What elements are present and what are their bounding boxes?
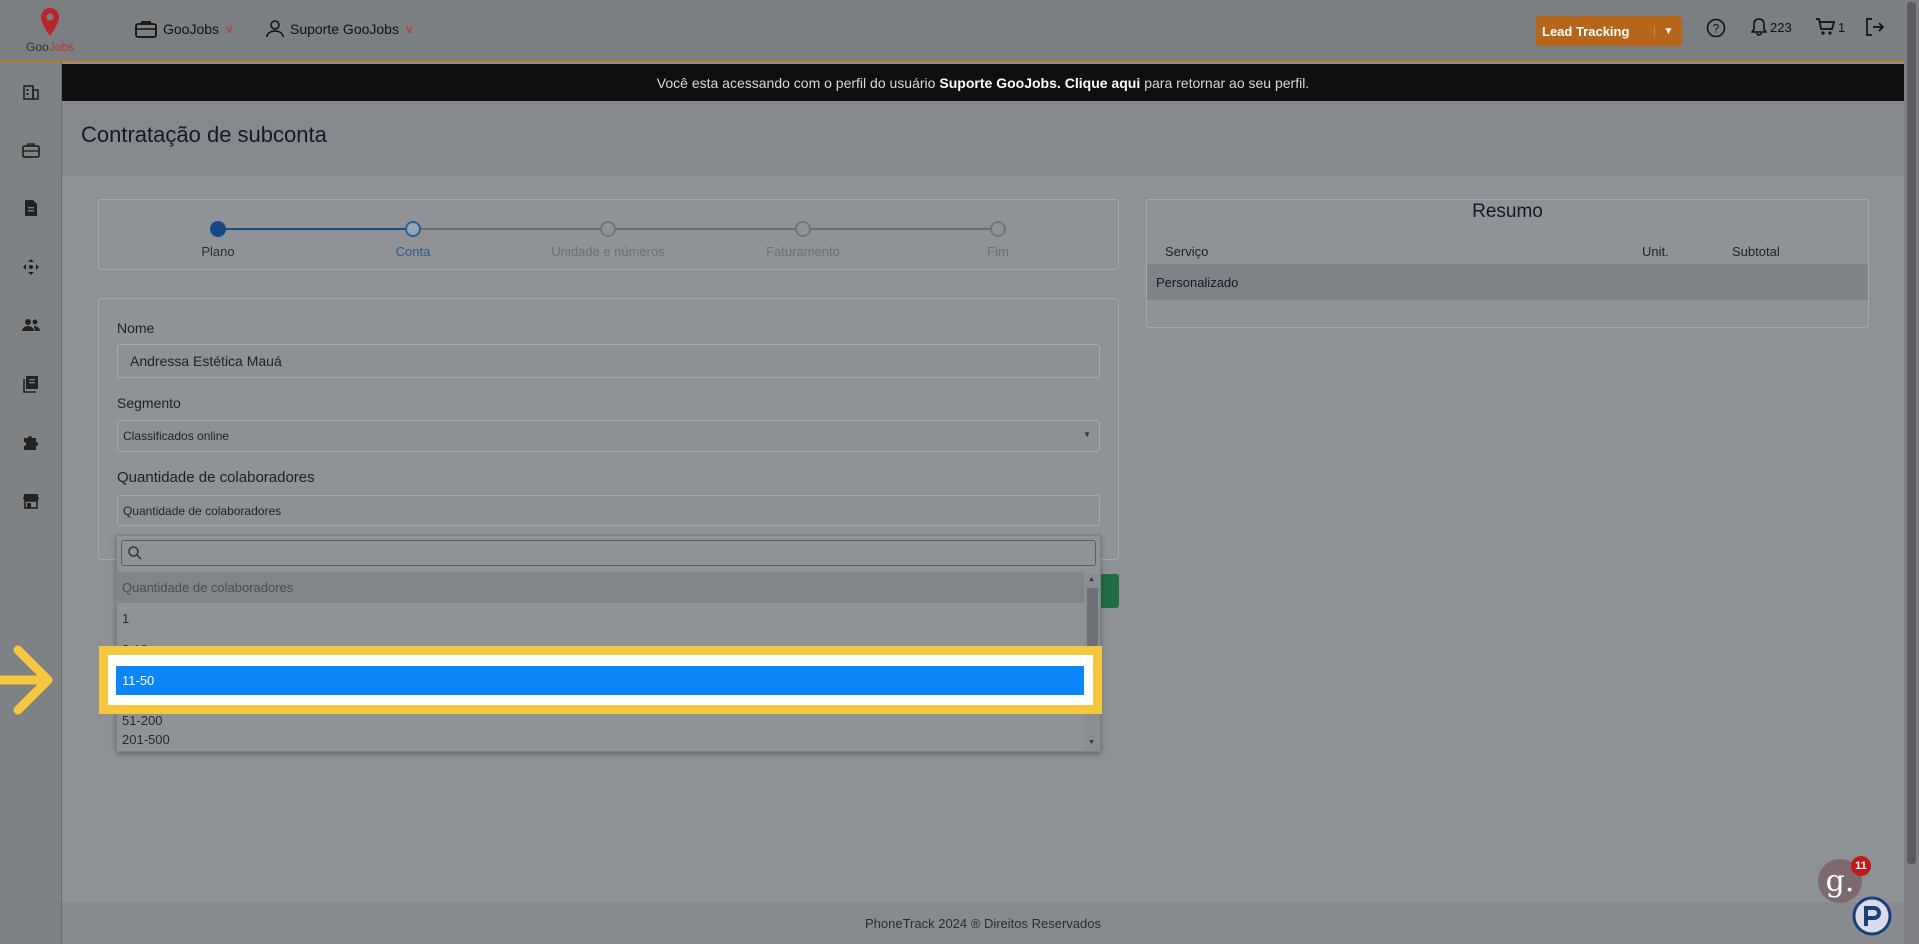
briefcase-icon	[135, 21, 157, 38]
dropdown-option[interactable]: 51-200	[116, 714, 1084, 728]
briefcase-icon[interactable]	[22, 141, 40, 159]
store-icon[interactable]	[22, 492, 40, 510]
step-dot-fim[interactable]	[990, 221, 1006, 237]
return-profile-link[interactable]: Clique aqui	[1065, 75, 1140, 91]
company-menu[interactable]: GooJobs ∨	[135, 20, 234, 38]
dropdown-option-placeholder[interactable]: Quantidade de colaboradores	[116, 572, 1084, 603]
stepper-remaining-line	[413, 228, 998, 230]
goojobs-logo[interactable]: GooJobs	[20, 6, 80, 56]
caret-down-icon: ▼	[1083, 430, 1091, 439]
step-label-unidade: Unidade e números	[551, 244, 665, 259]
chat-badge: 11	[1851, 856, 1871, 876]
stepper-progress-line	[218, 228, 413, 230]
location-pin-icon	[41, 8, 59, 36]
company-menu-label: GooJobs	[163, 21, 220, 37]
qty-placeholder: Quantidade de colaboradores	[123, 503, 282, 518]
building-icon[interactable]	[22, 83, 40, 101]
search-icon	[128, 546, 142, 560]
dropdown-search-input[interactable]	[121, 540, 1096, 566]
top-bar: GooJobs GooJobs ∨ Suporte GooJobs ∨ Lead…	[0, 0, 1904, 62]
footer: PhoneTrack 2024 ® Direitos Reservados	[62, 902, 1904, 944]
document-icon[interactable]	[22, 199, 40, 217]
footer-text: PhoneTrack 2024 ® Direitos Reservados	[865, 915, 1101, 931]
chevron-down-icon: ∨	[404, 22, 414, 36]
step-label-plano: Plano	[201, 244, 235, 259]
scroll-down-icon[interactable]: ▼	[1088, 739, 1095, 746]
step-dot-unidade[interactable]	[600, 221, 616, 237]
page-scrollbar[interactable]	[1904, 0, 1919, 944]
segment-label: Segmento	[117, 395, 181, 411]
arrow-right-icon	[0, 645, 53, 715]
summary-row-label: Personalizado	[1156, 275, 1239, 290]
puzzle-icon[interactable]	[22, 433, 40, 451]
notice-text: Você esta acessando com o perfil do usuá…	[656, 74, 936, 91]
dropdown-option-selected[interactable]: 11-50	[116, 666, 1084, 695]
notice-user: Suporte GooJobs.	[939, 74, 1061, 91]
summary-col-subtotal: Subtotal	[1732, 244, 1780, 259]
notifications-button[interactable]: 223	[1751, 18, 1792, 36]
user-menu[interactable]: Suporte GooJobs ∨	[266, 20, 414, 38]
page-scrollbar-thumb[interactable]	[1907, 2, 1916, 864]
move-arrows-icon[interactable]	[22, 258, 40, 276]
cart-button[interactable]: 1	[1815, 18, 1845, 36]
chat-widget-letter: g.	[1825, 863, 1855, 899]
summary-col-service: Serviço	[1165, 244, 1209, 259]
cart-icon	[1816, 18, 1835, 35]
scroll-up-icon[interactable]: ▲	[1088, 576, 1095, 583]
dropdown-option[interactable]: 2-10	[116, 634, 1084, 646]
dropdown-option[interactable]: 201-500	[116, 728, 1084, 751]
name-label: Nome	[117, 320, 155, 336]
summary-row	[1147, 264, 1868, 300]
qty-select[interactable]: Quantidade de colaboradores	[117, 495, 1100, 526]
qty-label: Quantidade de colaboradores	[117, 469, 315, 486]
name-input[interactable]: Andressa Estética Mauá	[117, 344, 1100, 378]
step-dot-plano[interactable]	[210, 221, 226, 237]
dropdown-option[interactable]: 1	[116, 603, 1084, 634]
step-label-faturamento: Faturamento	[766, 244, 840, 259]
logout-icon[interactable]	[1864, 17, 1884, 37]
impersonation-notice: Você esta acessando com o perfil do usuá…	[62, 64, 1904, 101]
lead-tracking-button[interactable]: Lead Tracking ▼	[1536, 16, 1682, 46]
step-dot-faturamento[interactable]	[795, 221, 811, 237]
user-icon	[266, 20, 284, 38]
svg-text:?: ?	[1713, 22, 1720, 36]
sidebar	[0, 62, 62, 944]
notice-suffix: para retornar ao seu perfil.	[1144, 74, 1310, 91]
bell-icon	[1751, 18, 1767, 36]
summary-title: Resumo	[1472, 201, 1543, 222]
step-label-fim: Fim	[987, 244, 1009, 259]
caret-down-icon[interactable]: ▼	[1654, 25, 1682, 37]
chevron-down-icon: ∨	[225, 22, 234, 36]
notifications-count: 223	[1770, 19, 1792, 35]
cart-count: 1	[1838, 19, 1846, 35]
lead-tracking-label: Lead Tracking	[1542, 23, 1630, 39]
logo-wordmark: GooJobs	[26, 40, 75, 54]
phonetrack-chat-icon[interactable]	[1852, 896, 1892, 936]
title-band	[62, 101, 1904, 176]
users-icon[interactable]	[22, 316, 40, 334]
page-title: Contratação de subconta	[81, 122, 327, 147]
help-icon[interactable]: ?	[1706, 18, 1726, 38]
segment-select[interactable]: Classificados online ▼	[117, 420, 1100, 452]
book-icon[interactable]	[22, 375, 40, 393]
segment-value: Classificados online	[123, 429, 230, 443]
step-label-conta: Conta	[395, 244, 431, 259]
user-menu-label: Suporte GooJobs	[290, 21, 399, 37]
summary-col-unit: Unit.	[1642, 244, 1669, 259]
step-dot-conta[interactable]	[405, 221, 421, 237]
